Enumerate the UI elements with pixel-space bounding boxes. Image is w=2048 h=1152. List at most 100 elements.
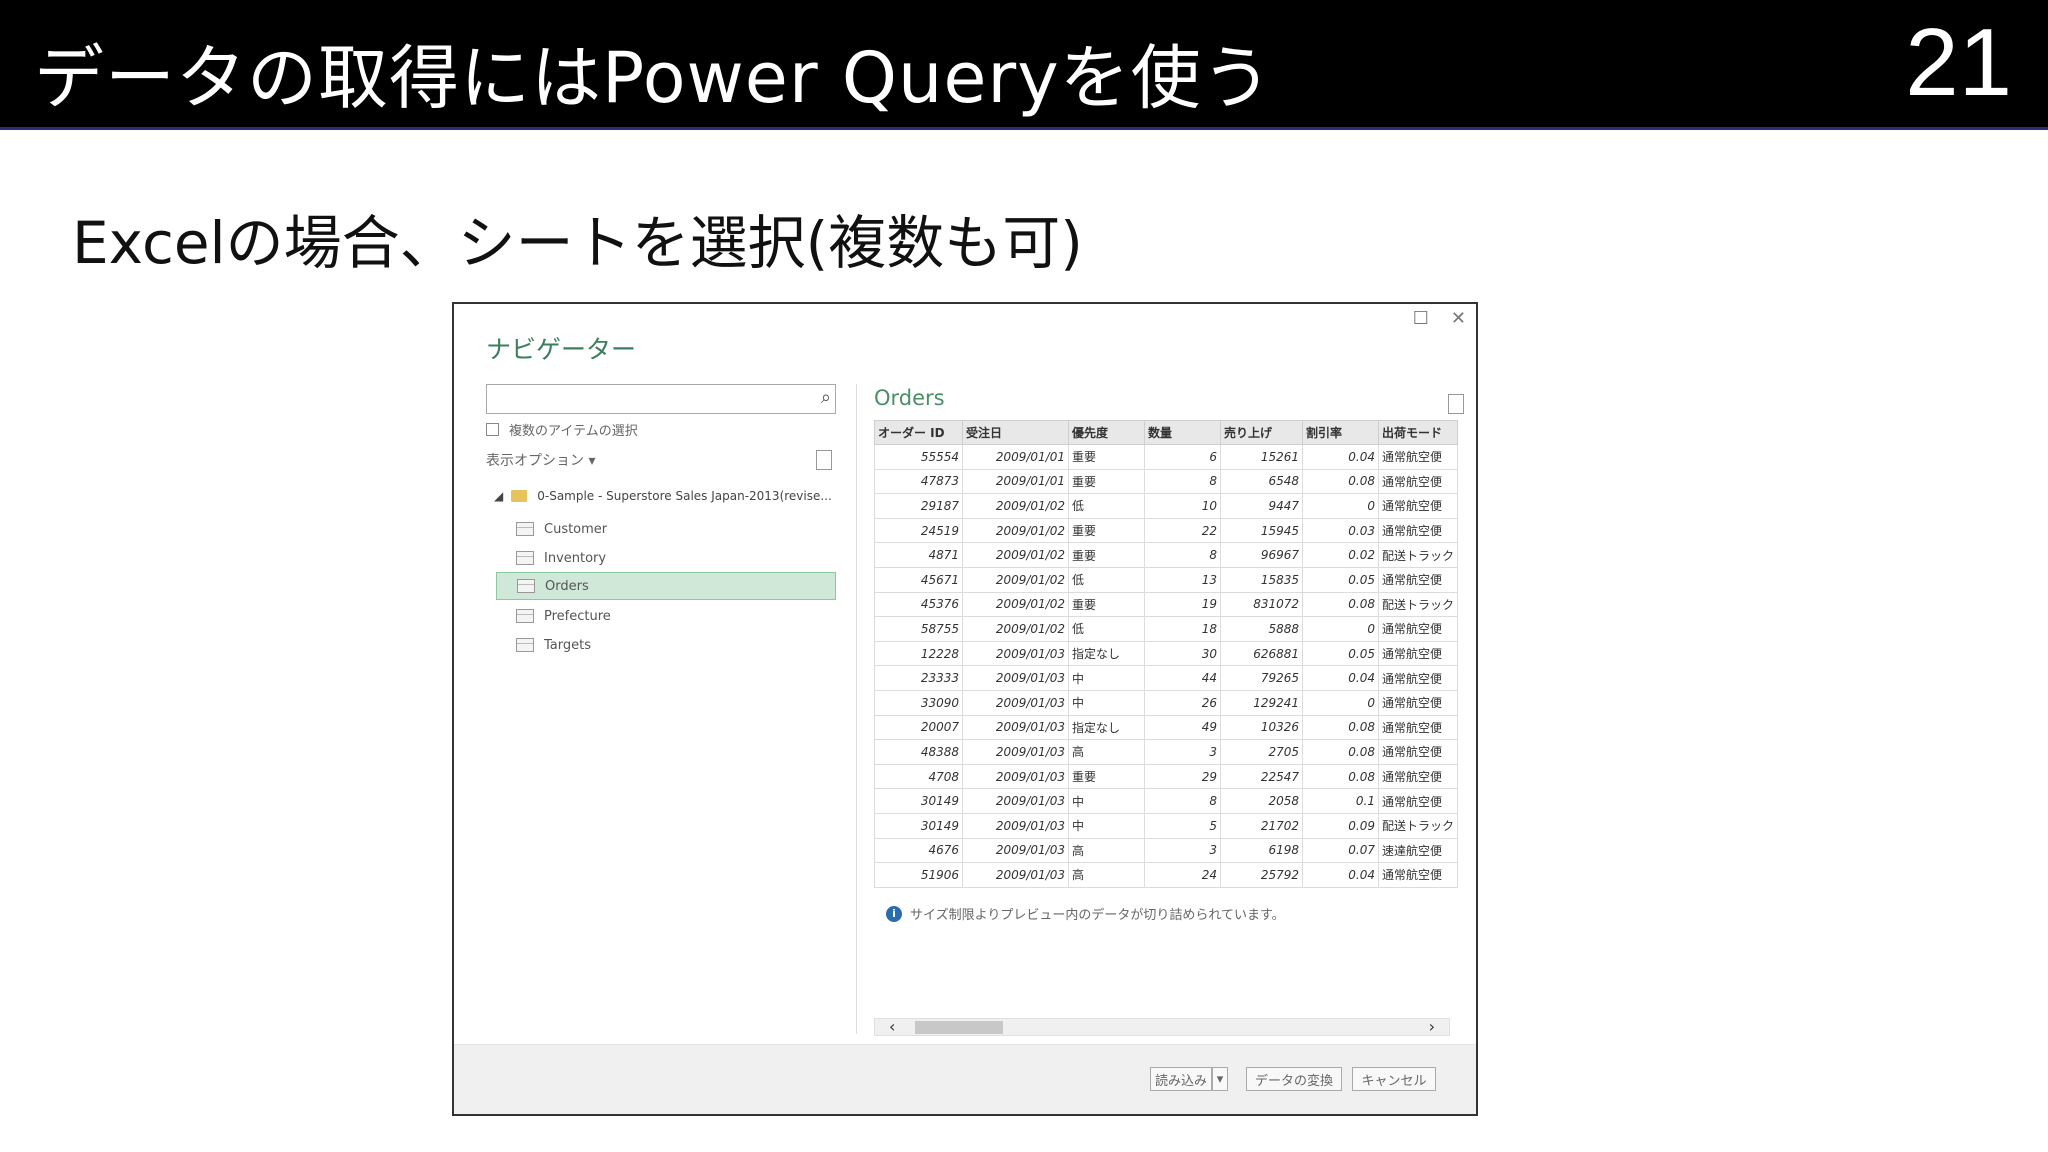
table-cell: 0.1 [1302, 788, 1379, 814]
display-options-dropdown[interactable]: 表示オプション ▾ [486, 450, 595, 470]
tree-item-orders[interactable]: Orders [496, 572, 836, 600]
table-cell: 0.07 [1302, 837, 1379, 864]
tree-item-inventory[interactable]: Inventory [496, 544, 836, 572]
table-cell: 45671 [874, 566, 963, 593]
table-cell: 通常航空便 [1377, 640, 1459, 667]
scrollbar-thumb[interactable] [915, 1021, 1003, 1034]
load-dropdown-button[interactable]: ▾ [1212, 1067, 1228, 1091]
column-header[interactable]: 出荷モード [1377, 420, 1459, 445]
table-cell: 5 [1144, 812, 1221, 839]
table-cell: 9447 [1220, 493, 1303, 519]
multi-select-option[interactable]: 複数のアイテムの選択 [486, 420, 638, 439]
table-cell: 30149 [874, 788, 963, 814]
column-header[interactable]: 売り上げ [1220, 420, 1303, 445]
table-icon [516, 522, 534, 536]
table-cell: 129241 [1220, 689, 1303, 716]
horizontal-scrollbar[interactable]: ‹ › [874, 1018, 1450, 1036]
table-icon [516, 638, 534, 652]
table-cell: 45376 [874, 591, 963, 618]
close-icon[interactable]: ✕ [1451, 308, 1466, 329]
table-cell: 51906 [874, 862, 963, 888]
table-cell: 48388 [874, 739, 963, 765]
column-header[interactable]: オーダー ID [874, 420, 963, 445]
pane-divider[interactable] [856, 384, 857, 1034]
preview-options-icon[interactable] [1448, 394, 1464, 414]
table-cell: 中 [1068, 665, 1145, 691]
table-row: 30149 2009/01/03 中 8 2058 0.1 通常航空便 [874, 788, 1459, 814]
table-row: 48388 2009/01/03 高 3 2705 0.08 通常航空便 [874, 739, 1459, 765]
table-cell: 10 [1144, 493, 1221, 519]
table-cell: 低 [1068, 616, 1145, 642]
expand-triangle-icon[interactable]: ◢ [494, 489, 503, 503]
dialog-footer: 読み込み ▾ データの変換 キャンセル [454, 1044, 1476, 1114]
table-cell: 6 [1144, 444, 1221, 470]
table-cell: 速達航空便 [1377, 837, 1459, 864]
search-icon[interactable]: ⌕ [821, 387, 831, 408]
table-row: 23333 2009/01/03 中 44 79265 0.04 通常航空便 [874, 665, 1459, 691]
table-cell: 0.08 [1302, 763, 1379, 790]
table-cell: 10326 [1220, 714, 1303, 741]
table-cell: 8 [1144, 542, 1221, 568]
tree-item-label: Prefecture [544, 608, 611, 624]
tree-item-label: Targets [544, 637, 591, 653]
column-header[interactable]: 数量 [1144, 420, 1221, 445]
table-row: 29187 2009/01/02 低 10 9447 0 通常航空便 [874, 493, 1459, 519]
table-cell: 低 [1068, 493, 1145, 519]
scroll-left-icon[interactable]: ‹ [889, 1019, 895, 1035]
table-cell: 0.02 [1302, 542, 1379, 568]
column-header[interactable]: 割引率 [1302, 420, 1379, 445]
truncation-notice: i サイズ制限よりプレビュー内のデータが切り詰められています。 [886, 904, 1285, 923]
info-text: サイズ制限よりプレビュー内のデータが切り詰められています。 [910, 908, 1285, 923]
tree-root[interactable]: ◢ 0-Sample - Superstore Sales Japan-2013… [494, 489, 832, 503]
table-cell: 2009/01/03 [962, 689, 1069, 716]
table-cell: 0 [1302, 689, 1379, 716]
table-icon [517, 579, 535, 593]
info-icon: i [886, 905, 902, 922]
column-header[interactable]: 受注日 [962, 420, 1069, 445]
tree-item-customer[interactable]: Customer [496, 515, 836, 543]
table-row: 24519 2009/01/02 重要 22 15945 0.03 通常航空便 [874, 517, 1459, 544]
table-row: 12228 2009/01/03 指定なし 30 626881 0.05 通常航空便 [874, 640, 1459, 667]
table-cell: 30149 [874, 812, 963, 839]
table-cell: 配送トラック [1377, 591, 1459, 618]
table-cell: 2009/01/03 [962, 739, 1069, 765]
load-button[interactable]: 読み込み [1150, 1067, 1212, 1091]
tree-item-prefecture[interactable]: Prefecture [496, 602, 836, 630]
column-header[interactable]: 優先度 [1068, 420, 1145, 445]
table-cell: 2009/01/02 [962, 517, 1069, 544]
cancel-button[interactable]: キャンセル [1352, 1067, 1436, 1091]
table-cell: 通常航空便 [1377, 689, 1459, 716]
table-cell: 0.03 [1302, 517, 1379, 544]
table-cell: 0.05 [1302, 640, 1379, 667]
table-row: 47873 2009/01/01 重要 8 6548 0.08 通常航空便 [874, 468, 1459, 495]
table-cell: 3 [1144, 739, 1221, 765]
preview-table: オーダー ID 受注日 優先度 数量 売り上げ 割引率 出荷モード 55554 2… [874, 420, 1459, 888]
multi-select-checkbox[interactable] [486, 423, 499, 436]
refresh-preview-icon[interactable] [816, 450, 832, 470]
scroll-right-icon[interactable]: › [1429, 1019, 1435, 1035]
table-row: 58755 2009/01/02 低 18 5888 0 通常航空便 [874, 616, 1459, 642]
table-row: 33090 2009/01/03 中 26 129241 0 通常航空便 [874, 689, 1459, 716]
table-cell: 低 [1068, 566, 1145, 593]
table-row: 4676 2009/01/03 高 3 6198 0.07 速達航空便 [874, 837, 1459, 864]
table-cell: 0.08 [1302, 591, 1379, 618]
transform-data-button[interactable]: データの変換 [1246, 1067, 1342, 1091]
tree-item-label: Customer [544, 521, 608, 537]
table-cell: 中 [1068, 812, 1145, 839]
maximize-icon[interactable]: ☐ [1413, 308, 1429, 329]
table-cell: 58755 [874, 616, 963, 642]
table-cell: 重要 [1068, 591, 1145, 618]
table-row: 4871 2009/01/02 重要 8 96967 0.02 配送トラック [874, 542, 1459, 568]
table-cell: 2009/01/03 [962, 665, 1069, 691]
table-cell: 0.04 [1302, 862, 1379, 888]
table-cell: 15835 [1220, 566, 1303, 593]
tree-item-targets[interactable]: Targets [496, 631, 836, 659]
table-cell: 19 [1144, 591, 1221, 618]
table-row: 45376 2009/01/02 重要 19 831072 0.08 配送トラック [874, 591, 1459, 618]
table-cell: 0.04 [1302, 665, 1379, 691]
table-cell: 2009/01/03 [962, 862, 1069, 888]
search-input[interactable] [487, 385, 797, 411]
table-cell: 2009/01/02 [962, 493, 1069, 519]
search-box[interactable]: ⌕ [486, 384, 836, 414]
table-cell: 96967 [1220, 542, 1303, 568]
